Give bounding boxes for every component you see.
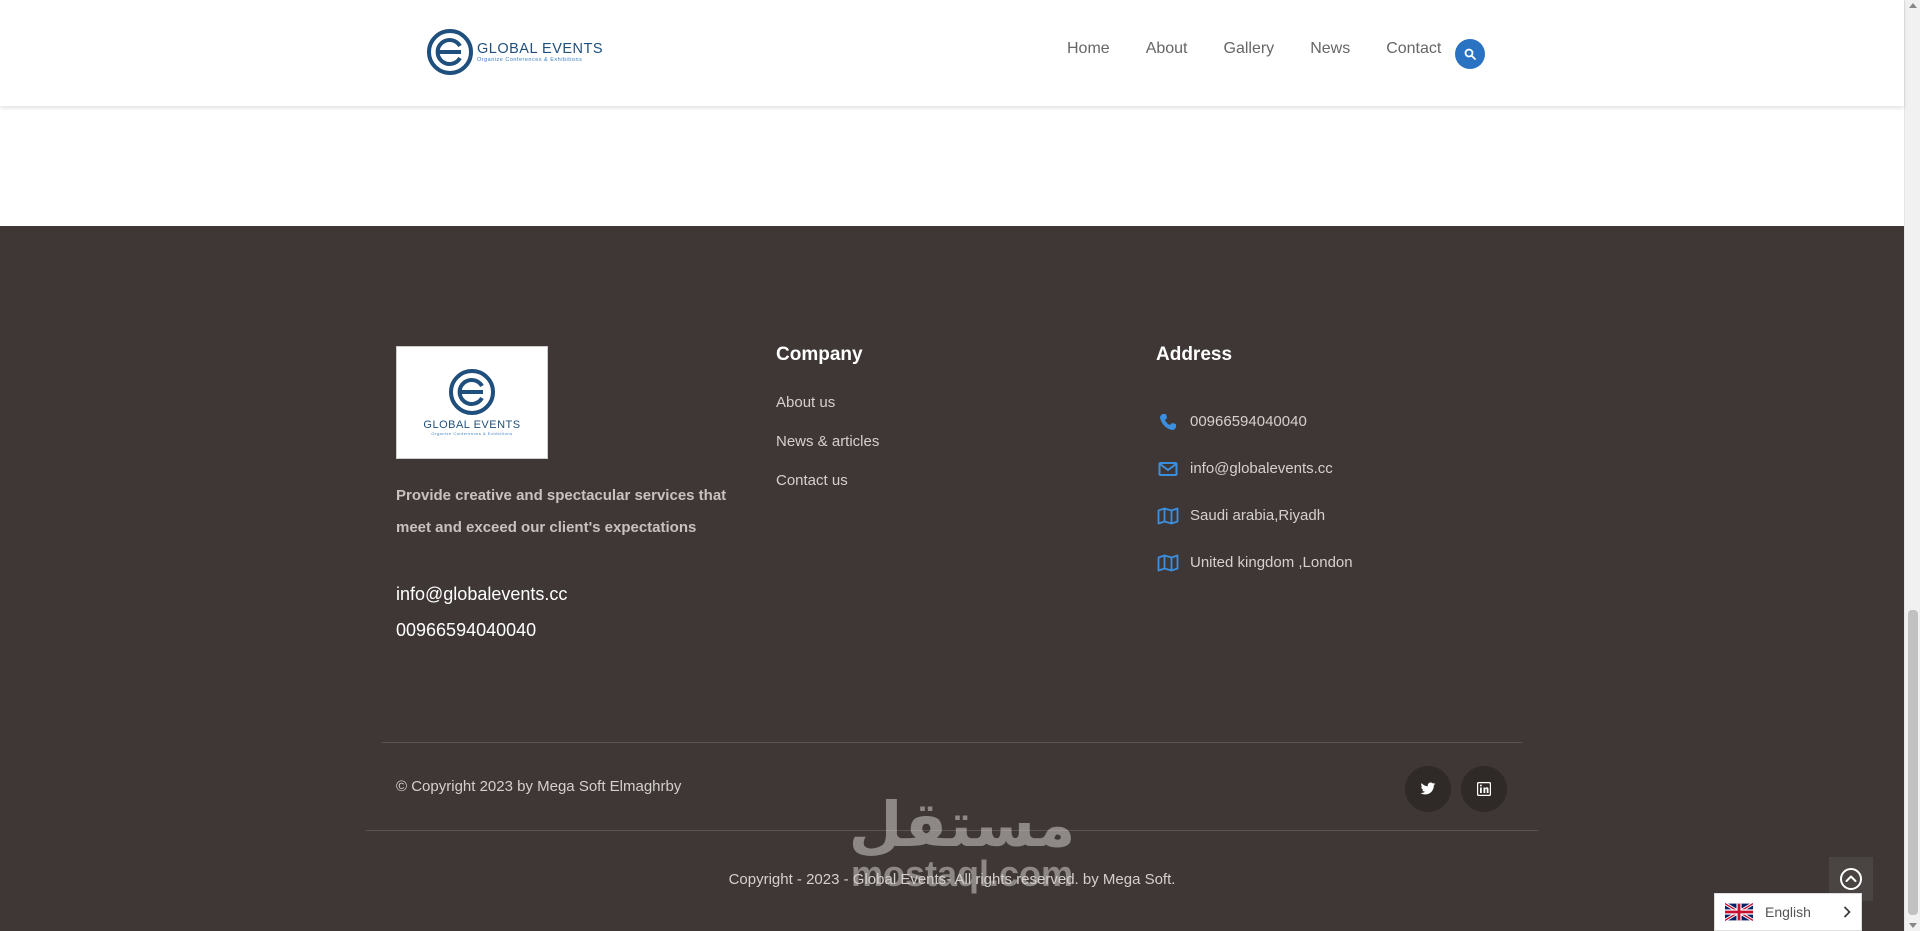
language-label: English [1765, 904, 1811, 920]
logo-mark-icon [427, 29, 473, 75]
language-switcher[interactable]: English [1714, 893, 1862, 931]
address-item-riyadh: Saudi arabia,Riyadh [1156, 492, 1353, 539]
company-links: About us News & articles Contact us [776, 394, 879, 511]
map-icon [1156, 504, 1180, 528]
address-title: Address [1156, 344, 1233, 365]
footer-logo-tagline: Organize Conferences & Exhibitions [431, 430, 513, 436]
main-nav: Home About Gallery News Contact [1067, 40, 1477, 58]
envelope-icon [1156, 457, 1180, 481]
scroll-up-arrow-icon[interactable] [1909, 3, 1917, 8]
address-riyadh-text: Saudi arabia,Riyadh [1190, 507, 1326, 524]
uk-flag-icon [1725, 903, 1753, 921]
logo-name: GLOBAL EVENTS [477, 40, 604, 57]
nav-home[interactable]: Home [1067, 40, 1110, 58]
bottom-copyright-text: Copyright - 2023 - Global Events- All ri… [728, 871, 1176, 888]
logo-tagline: Organize Conferences & Exhibitions [477, 56, 583, 63]
scroll-down-arrow-icon[interactable] [1909, 923, 1917, 928]
footer-email[interactable]: info@globalevents.cc [396, 584, 567, 605]
nav-news[interactable]: News [1310, 40, 1350, 58]
map-icon [1156, 551, 1180, 575]
twitter-button[interactable] [1405, 766, 1451, 812]
phone-icon [1156, 410, 1180, 434]
chevron-up-circle-icon [1840, 868, 1862, 890]
footer-bottom-divider [366, 830, 1538, 831]
footer-description: Provide creative and spectacular service… [396, 487, 727, 536]
address-email-text: info@globalevents.cc [1190, 460, 1333, 477]
address-item-phone: 00966594040040 [1156, 398, 1353, 445]
header-logo[interactable]: GLOBAL EVENTS Organize Conferences & Exh… [427, 29, 603, 75]
footer-link-news-articles[interactable]: News & articles [776, 433, 879, 472]
chevron-right-icon [1843, 906, 1851, 918]
footer-divider [382, 742, 1522, 743]
linkedin-icon [1477, 782, 1491, 796]
address-phone-text: 00966594040040 [1190, 413, 1307, 430]
nav-about[interactable]: About [1146, 40, 1188, 58]
linkedin-button[interactable] [1461, 766, 1507, 812]
address-item-london: United kingdom ,London [1156, 539, 1353, 586]
site-header: GLOBAL EVENTS Organize Conferences & Exh… [0, 0, 1904, 106]
footer-phone[interactable]: 00966594040040 [396, 620, 536, 641]
site-footer: GLOBAL EVENTS Organize Conferences & Exh… [0, 226, 1904, 931]
copyright-text: © Copyright 2023 by Mega Soft Elmaghrby [396, 778, 682, 795]
search-button[interactable] [1455, 39, 1485, 69]
footer-link-about-us[interactable]: About us [776, 394, 879, 433]
logo-mark-icon [449, 368, 495, 415]
search-icon [1464, 48, 1476, 60]
scrollbar-thumb[interactable] [1908, 610, 1918, 915]
twitter-icon [1420, 782, 1436, 795]
footer-link-contact-us[interactable]: Contact us [776, 472, 879, 511]
nav-gallery[interactable]: Gallery [1224, 40, 1275, 58]
address-list: 00966594040040 info@globalevents.cc Saud… [1156, 398, 1353, 586]
company-title: Company [776, 344, 863, 365]
page-scrollbar[interactable] [1904, 0, 1920, 931]
footer-logo-name: GLOBAL EVENTS [423, 418, 521, 431]
footer-logo[interactable]: GLOBAL EVENTS Organize Conferences & Exh… [396, 346, 548, 459]
nav-contact[interactable]: Contact [1386, 40, 1441, 58]
address-item-email: info@globalevents.cc [1156, 445, 1353, 492]
address-london-text: United kingdom ,London [1190, 554, 1353, 571]
